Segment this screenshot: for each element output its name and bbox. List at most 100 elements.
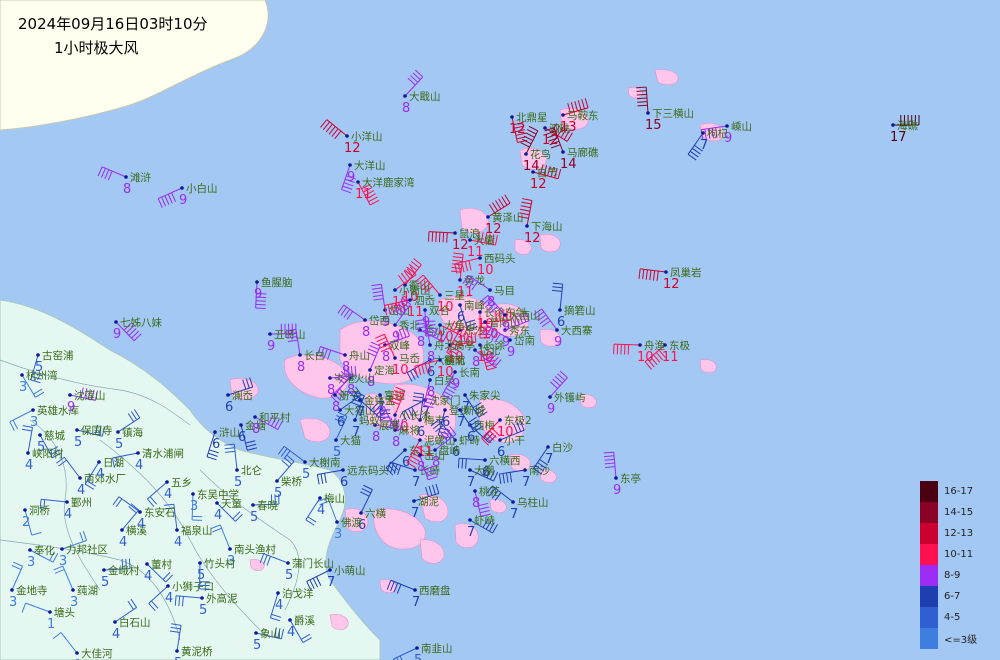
station-dot	[646, 111, 650, 115]
station-name: 竹头村	[204, 557, 236, 570]
station-dot	[638, 343, 642, 347]
station-dot	[558, 308, 562, 312]
station-dot	[443, 408, 447, 412]
station-dot	[60, 547, 64, 551]
barb-feather	[604, 462, 615, 465]
wind-level-value: 12	[452, 238, 469, 253]
barb-feather	[636, 86, 647, 89]
wind-level-value: 10	[637, 350, 654, 365]
wind-level-value: 7	[352, 425, 360, 440]
station-dot	[523, 468, 527, 472]
station-name: 日湖	[103, 457, 124, 469]
station-name: 洞桥	[29, 505, 50, 517]
barb-feather	[577, 100, 582, 110]
station-name: 北仑	[241, 464, 262, 477]
station-dot	[483, 458, 487, 462]
station-name: 澜岙	[232, 389, 253, 402]
station-markers: 海礁17大戢山8 下三横山15小洋山12嵊山9枸杞7北鼎星12 泗礁12马鞍东13花…	[9, 69, 920, 660]
barb-feather	[431, 484, 436, 495]
legend-label: 10-11	[944, 549, 974, 560]
station-name: 摘箬山	[564, 304, 596, 317]
station-dot	[276, 591, 280, 595]
barb-feather	[164, 195, 170, 205]
station-name: 莼湖	[77, 585, 98, 597]
wind-barb-icon	[450, 252, 464, 281]
barb-feather	[461, 458, 464, 469]
station: 黄泽山12	[485, 194, 524, 237]
station-dot	[335, 520, 339, 524]
wind-level-value: 7	[700, 138, 708, 153]
legend-swatch	[920, 502, 938, 523]
station-dot	[75, 651, 79, 655]
station-dot	[353, 418, 357, 422]
wind-level-value: 8	[392, 435, 400, 450]
wind-level-value: 9	[452, 377, 460, 392]
barb-feather	[479, 510, 490, 514]
barb-feather	[584, 98, 589, 108]
wind-level-value: 5	[199, 603, 207, 618]
barb-feather	[104, 169, 110, 180]
wind-level-value: 8	[417, 460, 425, 475]
wind-level-value: 4	[275, 598, 283, 613]
station-name: 滩浒	[130, 171, 151, 184]
station-dot	[701, 131, 705, 135]
station-dot	[543, 126, 547, 130]
wind-level-value: 7	[327, 575, 335, 590]
wind-level-value: 4	[174, 535, 182, 550]
barb-feather	[551, 289, 563, 292]
station: 和平村8	[252, 411, 291, 437]
station-name: 岙山	[424, 450, 445, 462]
wind-level-value: 5	[274, 486, 282, 501]
station-dot	[503, 313, 507, 317]
station-dot	[239, 423, 243, 427]
barb-feather	[167, 193, 173, 204]
barb-staff	[645, 87, 649, 114]
barb-feather	[399, 655, 403, 660]
wind-level-value: 7	[411, 506, 419, 521]
barb-feather	[451, 263, 462, 266]
barb-feather	[396, 584, 402, 594]
station-dot	[318, 496, 322, 500]
wind-level-value: 6	[467, 430, 475, 445]
barb-feather	[528, 125, 539, 132]
station-name: 湖泥	[418, 495, 439, 508]
station-dot	[116, 430, 120, 434]
barb-feather	[525, 132, 535, 138]
wind-level-value: 3	[334, 527, 342, 542]
station-dot	[438, 293, 442, 297]
station-dot	[97, 460, 101, 464]
wind-level-value: 6	[557, 315, 565, 330]
station-dot	[356, 180, 360, 184]
station-dot	[453, 370, 457, 374]
station-dot	[124, 175, 128, 179]
barb-feather	[372, 294, 383, 297]
station-dot	[345, 134, 349, 138]
wind-level-value: 9	[502, 320, 510, 335]
wind-level-value: 4	[137, 517, 145, 532]
legend-swatch	[920, 607, 938, 628]
wind-level-value: 4	[317, 503, 325, 518]
wind-level-value: 8	[372, 430, 380, 445]
barb-feather	[247, 447, 258, 451]
station-dot	[548, 395, 552, 399]
wind-level-value: 7	[467, 475, 475, 490]
wind-level-value: 7	[457, 415, 465, 430]
wind-level-value: 11	[355, 187, 372, 202]
wind-level-value: 4	[135, 458, 143, 473]
station-name: 虾峙	[474, 514, 495, 527]
wind-level-value: 9	[67, 400, 75, 415]
station-dot	[363, 318, 367, 322]
station-dot	[412, 499, 416, 503]
station-dot	[75, 428, 79, 432]
barb-feather	[427, 476, 438, 481]
wind-level-value: 5	[414, 653, 422, 660]
station-name: 力邦社区	[66, 543, 108, 556]
wind-level-value: 4	[77, 483, 85, 498]
wind-barb-icon	[337, 304, 366, 321]
station-dot	[328, 568, 332, 572]
station-name: 奉化	[34, 544, 55, 557]
station-name: 董村	[151, 558, 172, 571]
barb-feather	[171, 192, 177, 202]
barb-feather	[603, 451, 614, 454]
station-name: 大洋山	[354, 159, 386, 172]
